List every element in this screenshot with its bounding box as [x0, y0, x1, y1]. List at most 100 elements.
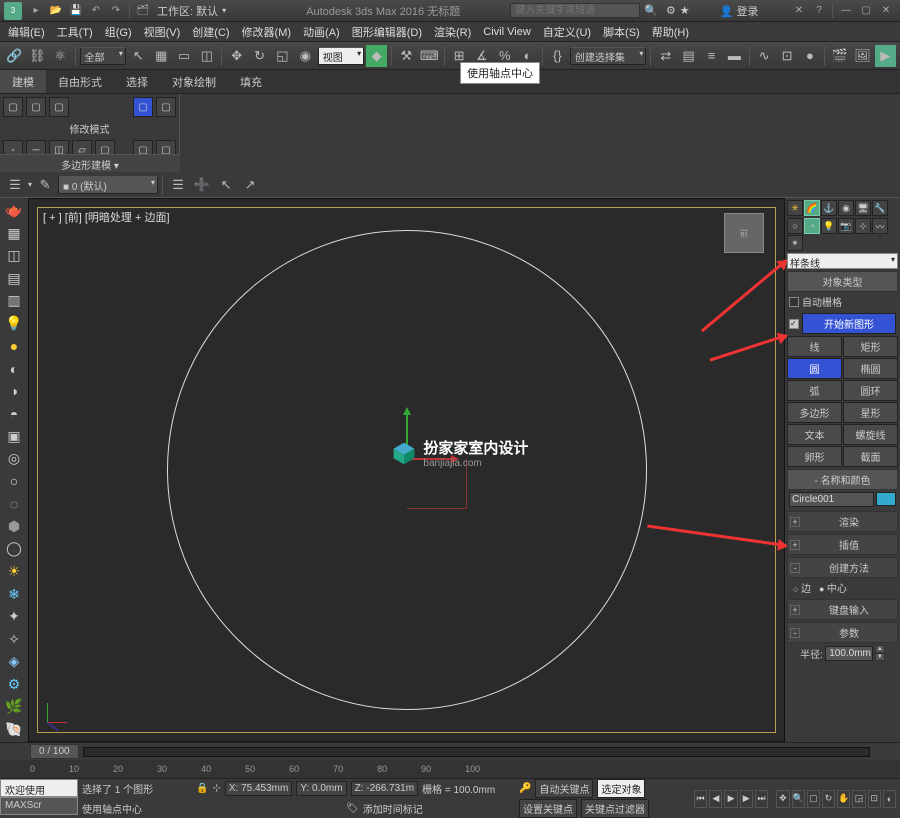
open-icon[interactable]: 📂 — [47, 3, 65, 19]
play-icon[interactable]: ▶ — [724, 790, 737, 808]
ico-8[interactable]: ◐ — [2, 358, 26, 380]
pivot-center-icon[interactable]: ◆ — [366, 45, 387, 67]
radius-up[interactable]: ▲ — [875, 645, 885, 653]
shape-egg[interactable]: 卵形 — [787, 446, 842, 467]
select-icon[interactable]: ↖ — [128, 45, 149, 67]
sun-icon[interactable]: ☀ — [2, 561, 26, 583]
ico-16[interactable]: ◯ — [2, 538, 26, 560]
search-input[interactable] — [510, 3, 640, 18]
tab-modeling[interactable]: 建模 — [0, 70, 46, 93]
material-icon[interactable]: ● — [799, 45, 820, 67]
select-rect-icon[interactable]: ▭ — [174, 45, 195, 67]
login-button[interactable]: 👤 登录 — [720, 3, 759, 19]
cat-space-icon[interactable]: 〰 — [872, 218, 888, 234]
goto-start-icon[interactable]: ⏮ — [694, 790, 707, 808]
viewcube[interactable]: 前 — [724, 213, 764, 253]
lock-icon[interactable]: 🔒 — [196, 783, 208, 794]
shape-circle[interactable]: 圆 — [787, 358, 842, 379]
rb-2[interactable]: ▢ — [26, 97, 46, 117]
redo-icon[interactable]: ↷ — [107, 3, 125, 19]
nav-6[interactable]: ◲ — [852, 790, 865, 808]
cat-shapes-icon[interactable]: ◔ — [804, 218, 820, 234]
tab-display-icon[interactable]: 🖥 — [855, 200, 871, 216]
app-icon[interactable]: 3 — [4, 2, 22, 20]
window-cross-icon[interactable]: ◫ — [197, 45, 218, 67]
shape-section[interactable]: 截面 — [843, 446, 898, 467]
layer-icon[interactable]: ≡ — [701, 45, 722, 67]
grass-icon[interactable]: 🌿 — [2, 696, 26, 718]
goto-end-icon[interactable]: ⏭ — [755, 790, 768, 808]
params-rollout[interactable]: -参数 — [787, 622, 898, 643]
ico-18[interactable]: ❄ — [2, 583, 26, 605]
keymode-combo[interactable]: 选定对象 — [597, 779, 645, 798]
z-field[interactable]: Z: -266.731m — [351, 781, 418, 796]
ico-11[interactable]: ▣ — [2, 425, 26, 447]
viewport[interactable]: [ + ] [前] [明暗处理 + 边面] 前 扮家家室内设计banjiajia… — [28, 198, 785, 742]
ico-4[interactable]: ▤ — [2, 268, 26, 290]
move-icon[interactable]: ✥ — [226, 45, 247, 67]
menu-civil[interactable]: Civil View — [483, 26, 530, 38]
rb-5[interactable]: ▢ — [156, 97, 176, 117]
radius-input[interactable] — [825, 646, 873, 661]
search-icon[interactable]: 🔍 — [644, 4, 658, 17]
viewport-label[interactable]: [ + ] [前] [明暗处理 + 边面] — [43, 209, 170, 225]
rb-1[interactable]: ▢ — [3, 97, 23, 117]
cat-geom-icon[interactable]: ○ — [787, 218, 803, 234]
ico-20[interactable]: ✧ — [2, 628, 26, 650]
x-field[interactable]: X: 75.453mm — [225, 781, 292, 796]
welcome-cell[interactable]: 欢迎使用 — [0, 779, 78, 797]
workspace-label[interactable]: 工作区: 默认 — [157, 3, 218, 19]
autokey-button[interactable]: 自动关键点 — [535, 779, 593, 798]
comm-icon[interactable]: ⚙ — [666, 4, 676, 17]
tab-create-icon[interactable]: ✳ — [787, 200, 803, 216]
ico-2[interactable]: ▦ — [2, 223, 26, 245]
shape-helix[interactable]: 螺旋线 — [843, 424, 898, 445]
ico-3[interactable]: ◫ — [2, 245, 26, 267]
align-icon[interactable]: ▤ — [678, 45, 699, 67]
radio-edge[interactable]: 边 — [793, 580, 811, 595]
radio-center[interactable]: 中心 — [819, 580, 847, 595]
ico-12[interactable]: ◎ — [2, 448, 26, 470]
menu-script[interactable]: 脚本(S) — [603, 24, 640, 40]
curve-editor-icon[interactable]: ∿ — [754, 45, 775, 67]
object-color-swatch[interactable] — [876, 492, 896, 506]
startnew-button[interactable]: 开始新图形 — [802, 313, 896, 334]
ico-21[interactable]: ◈ — [2, 651, 26, 673]
unlink-icon[interactable]: ⛓ — [27, 45, 48, 67]
nav-8[interactable]: ◐ — [883, 790, 896, 808]
interp-rollout[interactable]: +插值 — [787, 534, 898, 555]
ico-19[interactable]: ✦ — [2, 606, 26, 628]
lb-3[interactable]: ↖ — [215, 174, 237, 196]
nav-3[interactable]: ▢ — [807, 790, 820, 808]
layer-new-icon[interactable]: ✎ — [34, 174, 56, 196]
tab-utils-icon[interactable]: 🔧 — [872, 200, 888, 216]
time-slider[interactable]: 0 / 100 — [0, 742, 900, 760]
object-name-input[interactable] — [789, 492, 874, 507]
ribbon-icon[interactable]: ▬ — [724, 45, 745, 67]
ico-9[interactable]: ◑ — [2, 380, 26, 402]
timetag-icon[interactable]: 🏷 — [346, 803, 359, 814]
menu-help[interactable]: 帮助(H) — [652, 24, 689, 40]
nav-5[interactable]: ✋ — [837, 790, 850, 808]
lb-1[interactable]: ☰ — [167, 174, 189, 196]
shape-text[interactable]: 文本 — [787, 424, 842, 445]
next-frame-icon[interactable]: ▶ — [740, 790, 753, 808]
ref-coord[interactable]: 视图 — [318, 47, 364, 65]
ico-15[interactable]: ⬢ — [2, 516, 26, 538]
render-frame-icon[interactable]: 🖼 — [852, 45, 873, 67]
timetag-label[interactable]: 添加时间标记 — [363, 801, 423, 816]
manipulate-icon[interactable]: ⚒ — [396, 45, 417, 67]
shape-ngon[interactable]: 多边形 — [787, 402, 842, 423]
maximize-icon[interactable]: ▢ — [857, 3, 875, 19]
minimize-icon[interactable]: — — [837, 3, 855, 19]
place-icon[interactable]: ◉ — [295, 45, 316, 67]
shape-donut[interactable]: 圆环 — [843, 380, 898, 401]
exchange-icon[interactable]: ✕ — [790, 3, 808, 19]
nav-2[interactable]: 🔍 — [792, 790, 805, 808]
menu-render[interactable]: 渲染(R) — [434, 24, 471, 40]
radius-down[interactable]: ▼ — [875, 653, 885, 661]
shape-ellipse[interactable]: 椭圆 — [843, 358, 898, 379]
rb-4[interactable]: ▢ — [133, 97, 153, 117]
keyboard-rollout[interactable]: +键盘输入 — [787, 599, 898, 620]
tab-selection[interactable]: 选择 — [114, 70, 160, 93]
